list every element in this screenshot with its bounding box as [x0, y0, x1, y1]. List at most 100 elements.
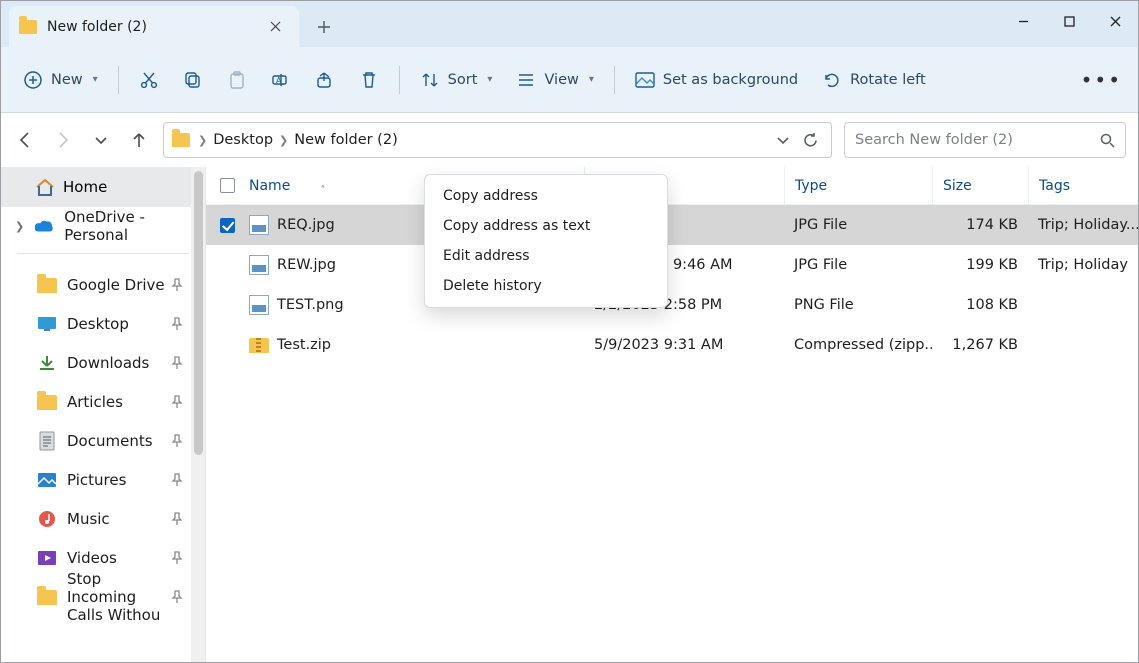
nav-onedrive[interactable]: ❯ OneDrive - Personal: [1, 207, 205, 245]
maximize-button[interactable]: [1046, 1, 1092, 41]
set-background-button[interactable]: Set as background: [625, 61, 808, 99]
file-size: 108 KB: [966, 297, 1018, 313]
sort-label: Sort: [448, 72, 478, 88]
file-row[interactable]: REQ.jpgJPG File174 KBTrip; Holiday...: [206, 205, 1138, 245]
titlebar: New folder (2): [1, 1, 1138, 47]
column-tags[interactable]: Tags: [1028, 167, 1138, 204]
quick-access-item[interactable]: Stop Incoming Calls Withou: [1, 578, 205, 616]
more-button[interactable]: •••: [1077, 61, 1126, 99]
cut-button[interactable]: [129, 61, 169, 99]
quick-access-item[interactable]: Downloads: [1, 344, 205, 382]
new-icon: [23, 70, 43, 90]
nav-scrollbar[interactable]: [191, 167, 205, 662]
new-button-label: New: [51, 72, 83, 88]
rotate-left-button[interactable]: Rotate left: [812, 61, 936, 99]
back-button[interactable]: [13, 128, 37, 152]
file-row[interactable]: TEST.png2/2/2023 2:58 PMPNG File108 KB: [206, 285, 1138, 325]
close-tab-button[interactable]: [263, 15, 287, 39]
select-all-checkbox[interactable]: [220, 178, 235, 193]
file-size: 174 KB: [966, 217, 1018, 233]
quick-access-item[interactable]: Documents: [1, 422, 205, 460]
music-icon: [37, 509, 57, 529]
column-type-label: Type: [795, 178, 827, 194]
desktop-icon: [37, 314, 57, 334]
context-menu-item[interactable]: Edit address: [425, 241, 667, 271]
set-background-label: Set as background: [663, 72, 798, 88]
scissors-icon: [139, 70, 159, 90]
chevron-down-icon: ▾: [589, 74, 594, 85]
quick-access-label: Documents: [67, 432, 153, 450]
copy-button[interactable]: [173, 61, 213, 99]
window-tab[interactable]: New folder (2): [9, 6, 299, 47]
chevron-right-icon[interactable]: ❯: [15, 220, 24, 233]
explorer-window: New folder (2) New ▾ A: [0, 0, 1139, 663]
recent-locations-button[interactable]: [89, 128, 113, 152]
sort-indicator-icon: ˄: [320, 185, 325, 196]
chevron-down-icon: ▾: [487, 74, 492, 85]
pin-icon: [171, 590, 183, 604]
search-icon[interactable]: [1100, 133, 1115, 148]
image-file-icon: [249, 215, 269, 235]
pin-icon: [171, 317, 183, 331]
sort-icon: [420, 70, 440, 90]
svg-text:A: A: [276, 76, 282, 85]
breadcrumb-desktop[interactable]: Desktop: [213, 132, 273, 148]
new-button[interactable]: New ▾: [13, 61, 108, 99]
column-type[interactable]: Type: [784, 167, 932, 204]
search-input[interactable]: [855, 132, 1075, 148]
address-bar[interactable]: ❯ Desktop ❯ New folder (2): [163, 122, 832, 158]
view-button[interactable]: View ▾: [506, 61, 603, 99]
window-controls: [1000, 1, 1138, 41]
folder-icon: [37, 275, 57, 295]
image-file-icon: [249, 255, 269, 275]
documents-icon: [37, 431, 57, 451]
quick-access-item[interactable]: Articles: [1, 383, 205, 421]
forward-button[interactable]: [51, 128, 75, 152]
context-menu-item[interactable]: Copy address: [425, 181, 667, 211]
view-label: View: [544, 72, 578, 88]
address-dropdown-button[interactable]: [776, 133, 790, 147]
quick-access-item[interactable]: Desktop: [1, 305, 205, 343]
videos-icon: [37, 548, 57, 568]
refresh-button[interactable]: [802, 132, 819, 149]
tab-title: New folder (2): [47, 19, 263, 35]
nav-buttons: [13, 128, 151, 152]
scrollbar-thumb[interactable]: [194, 171, 203, 455]
minimize-button[interactable]: [1000, 1, 1046, 41]
delete-button[interactable]: [349, 61, 389, 99]
quick-access-label: Desktop: [67, 315, 129, 333]
rotate-left-icon: [822, 70, 842, 90]
chevron-down-icon: ▾: [93, 74, 98, 85]
up-button[interactable]: [127, 128, 151, 152]
new-tab-button[interactable]: [307, 10, 341, 44]
rename-button[interactable]: A: [261, 61, 301, 99]
quick-access-item[interactable]: Google Drive: [1, 266, 205, 304]
breadcrumb-current[interactable]: New folder (2): [294, 132, 397, 148]
address-context-menu: Copy addressCopy address as textEdit add…: [424, 174, 668, 308]
view-icon: [516, 70, 536, 90]
file-name: REQ.jpg: [277, 217, 335, 233]
search-box[interactable]: [844, 122, 1126, 158]
quick-access-item[interactable]: Pictures: [1, 461, 205, 499]
quick-access-label: Videos: [67, 549, 117, 567]
row-checkbox[interactable]: [220, 218, 235, 233]
context-menu-item[interactable]: Delete history: [425, 271, 667, 301]
file-name: TEST.png: [277, 297, 344, 313]
quick-access-item[interactable]: Music: [1, 500, 205, 538]
close-window-button[interactable]: [1092, 1, 1138, 41]
paste-button[interactable]: [217, 61, 257, 99]
file-row[interactable]: Test.zip5/9/2023 9:31 AMCompressed (zipp…: [206, 325, 1138, 365]
nav-home[interactable]: Home: [1, 167, 205, 207]
quick-access-label: Google Drive: [67, 276, 165, 294]
sort-button[interactable]: Sort ▾: [410, 61, 503, 99]
file-row[interactable]: REW.jpg5/15/2023 9:46 AMJPG File199 KBTr…: [206, 245, 1138, 285]
zip-icon: [249, 335, 269, 355]
pin-icon: [171, 551, 183, 565]
pin-icon: [171, 512, 183, 526]
context-menu-item[interactable]: Copy address as text: [425, 211, 667, 241]
downloads-icon: [37, 353, 57, 373]
quick-access-label: Pictures: [67, 471, 126, 489]
column-size[interactable]: Size: [932, 167, 1028, 204]
share-button[interactable]: [305, 61, 345, 99]
file-name: REW.jpg: [277, 257, 336, 273]
